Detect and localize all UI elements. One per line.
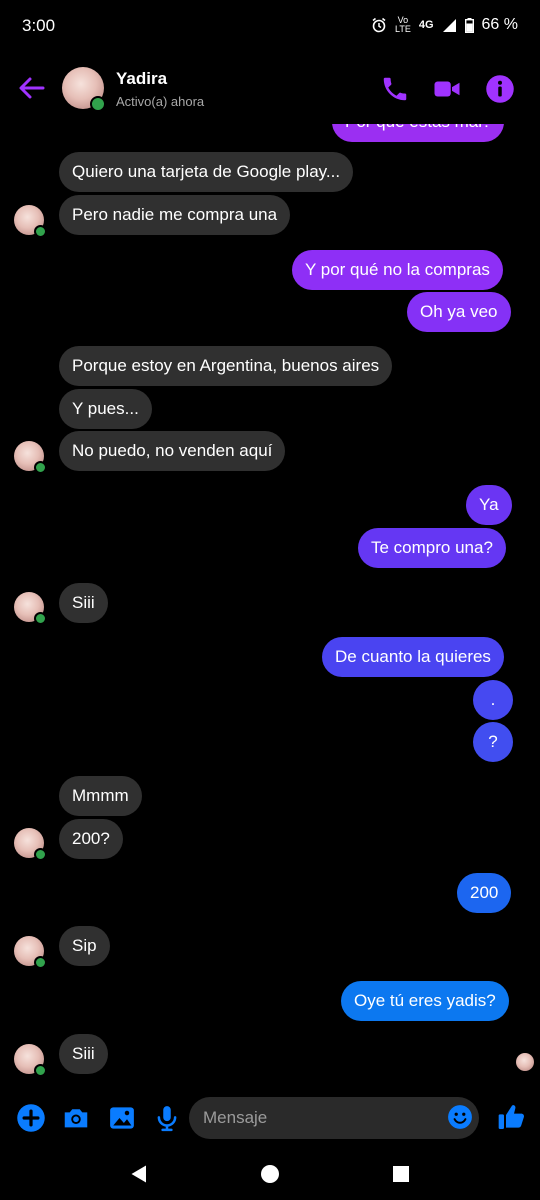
signal-icon [442, 18, 456, 32]
network-type: 4G [418, 19, 434, 31]
phone-icon[interactable] [380, 74, 410, 104]
volte-indicator: Vo LTE [395, 15, 411, 34]
outgoing-message[interactable]: . [473, 680, 513, 720]
incoming-message[interactable]: Mmmm [59, 776, 142, 816]
outgoing-message[interactable]: 200 [457, 873, 512, 913]
outgoing-message[interactable]: Oh ya veo [407, 292, 511, 332]
info-icon[interactable] [485, 74, 515, 104]
online-indicator [34, 612, 47, 625]
outgoing-message[interactable]: Oye tú eres yadis? [341, 981, 509, 1021]
outgoing-message[interactable]: De cuanto la quieres [322, 637, 504, 677]
online-indicator [34, 225, 47, 238]
online-indicator [34, 1064, 47, 1077]
outgoing-message[interactable]: Ya [466, 485, 512, 525]
recents-nav-icon[interactable] [389, 1162, 413, 1186]
alarm-icon [372, 17, 386, 33]
system-nav-bar [0, 1148, 540, 1200]
online-indicator [90, 96, 106, 112]
contact-status: Activo(a) ahora [116, 94, 205, 109]
battery-icon [464, 17, 474, 33]
online-indicator [34, 956, 47, 969]
incoming-message[interactable]: Siii [59, 1034, 108, 1074]
outgoing-message[interactable]: Te compro una? [358, 528, 506, 568]
video-icon[interactable] [432, 74, 462, 104]
incoming-message[interactable]: Sip [59, 926, 110, 966]
incoming-message[interactable]: Porque estoy en Argentina, buenos aires [59, 346, 393, 386]
incoming-message[interactable]: Pero nadie me compra una [59, 195, 291, 235]
incoming-message[interactable]: Y pues... [59, 389, 152, 429]
battery-level: 66 % [481, 16, 518, 33]
image-icon[interactable] [107, 1103, 137, 1133]
outgoing-message[interactable]: Y por qué no la compras [292, 250, 503, 290]
status-bar: 3:00 Vo LTE 4G 66 % [0, 0, 540, 54]
status-icons: Vo LTE 4G 66 % [371, 16, 518, 34]
back-nav-icon[interactable] [127, 1162, 151, 1186]
emoji-icon[interactable] [447, 1104, 473, 1130]
online-indicator [34, 461, 47, 474]
incoming-message[interactable]: No puedo, no venden aquí [59, 431, 286, 471]
home-nav-icon[interactable] [258, 1162, 282, 1186]
camera-icon[interactable] [61, 1103, 91, 1133]
like-icon[interactable] [496, 1101, 528, 1133]
online-indicator [34, 848, 47, 861]
chat-header: Yadira Activo(a) ahora [0, 54, 540, 124]
incoming-message[interactable]: 200? [59, 819, 123, 859]
incoming-message[interactable]: Siii [59, 583, 108, 623]
incoming-message[interactable]: Quiero una tarjeta de Google play... [59, 152, 354, 192]
contact-name[interactable]: Yadira [116, 69, 167, 89]
back-arrow-icon[interactable] [16, 72, 48, 104]
plus-icon[interactable] [16, 1103, 46, 1133]
composer-bar [0, 1094, 540, 1144]
seen-receipt-avatar [516, 1053, 534, 1071]
outgoing-message[interactable]: ? [473, 722, 513, 762]
mic-icon[interactable] [152, 1103, 182, 1133]
message-input[interactable] [189, 1097, 479, 1139]
status-time: 3:00 [22, 16, 56, 35]
